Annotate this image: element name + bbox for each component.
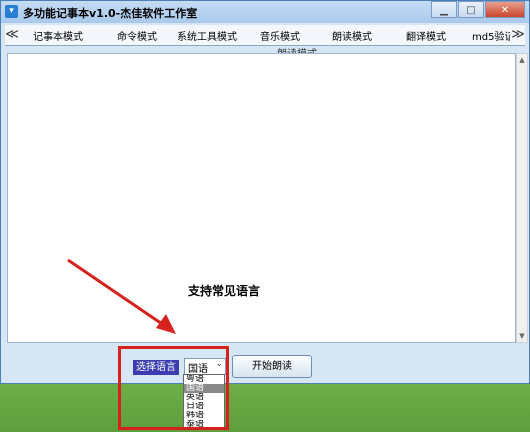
tab-system-tools-mode[interactable]: 系统工具模式 — [177, 28, 237, 43]
window-title: 多功能记事本v1.0-杰佳软件工作室 — [23, 7, 198, 20]
highlight-box — [118, 346, 229, 430]
close-button[interactable]: ✕ — [485, 1, 525, 18]
tab-read-aloud-mode[interactable]: 朗读模式 — [332, 28, 372, 43]
mode-tabs: ≪ 记事本模式 命令模式 系统工具模式 音乐模式 朗读模式 翻译模式 md5验证… — [5, 25, 525, 46]
scroll-down-arrow-icon[interactable]: ▼ — [517, 330, 527, 342]
tab-scroll-left-button[interactable]: ≪ — [5, 26, 19, 44]
tab-command-mode[interactable]: 命令模式 — [117, 28, 157, 43]
tab-md5-verify-mode[interactable]: md5验证模 — [472, 28, 510, 43]
title-bar[interactable]: ▾ 多功能记事本v1.0-杰佳软件工作室 ▁ □ ✕ — [1, 1, 529, 23]
tab-music-mode[interactable]: 音乐模式 — [260, 28, 300, 43]
window-controls: ▁ □ ✕ — [430, 1, 525, 18]
vertical-scrollbar[interactable]: ▲ ▼ — [516, 53, 528, 343]
app-icon: ▾ — [5, 5, 18, 18]
annotation-arrow-icon — [67, 258, 176, 334]
tab-notepad-mode[interactable]: 记事本模式 — [33, 28, 83, 43]
maximize-button[interactable]: □ — [458, 1, 484, 18]
tab-translate-mode[interactable]: 翻译模式 — [406, 28, 446, 43]
tab-scroll-right-button[interactable]: ≫ — [511, 26, 525, 44]
callout-text: 支持常见语言 — [188, 284, 261, 298]
scroll-up-arrow-icon[interactable]: ▲ — [517, 54, 527, 66]
start-reading-button[interactable]: 开始朗读 — [232, 355, 312, 378]
minimize-button[interactable]: ▁ — [431, 1, 457, 18]
